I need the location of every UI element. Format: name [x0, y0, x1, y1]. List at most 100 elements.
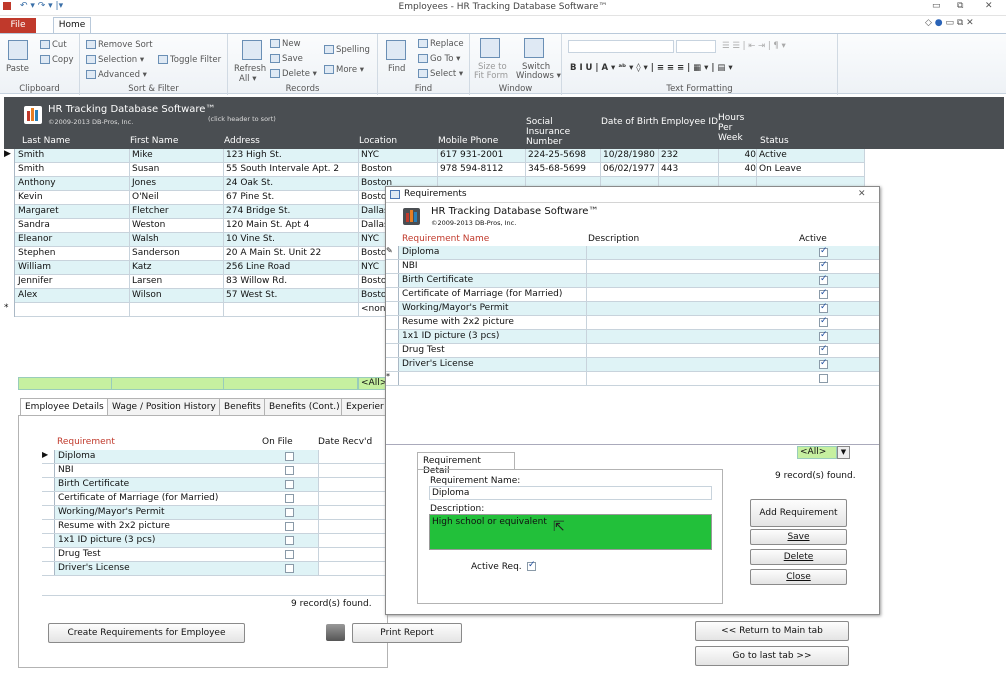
- active-checkbox[interactable]: [819, 374, 828, 384]
- active-checkbox[interactable]: [819, 288, 828, 300]
- active-checkbox[interactable]: [819, 302, 828, 314]
- list-item[interactable]: ✎ Diploma: [386, 246, 879, 260]
- refresh-button[interactable]: Refresh: [234, 64, 266, 74]
- on-file-checkbox[interactable]: [285, 466, 294, 476]
- font-size-dropdown[interactable]: [676, 40, 716, 53]
- list-item[interactable]: 1x1 ID picture (3 pcs): [386, 330, 879, 344]
- tab-employee-details[interactable]: Employee Details: [20, 398, 109, 416]
- table-cell[interactable]: Active: [757, 149, 865, 163]
- on-file-checkbox[interactable]: [285, 480, 294, 490]
- col-first-name[interactable]: First Name: [130, 136, 178, 146]
- row-selector[interactable]: [42, 492, 55, 505]
- table-cell[interactable]: 224-25-5698: [526, 149, 601, 163]
- row-selector[interactable]: [42, 506, 55, 519]
- table-cell[interactable]: Eleanor: [16, 233, 130, 247]
- table-cell[interactable]: 978 594-8112: [438, 163, 526, 177]
- list-item[interactable]: Certificate of Marriage (for Married): [386, 288, 879, 302]
- save-button[interactable]: Save: [750, 529, 847, 545]
- table-cell[interactable]: 10 Vine St.: [224, 233, 359, 247]
- description-cell[interactable]: [586, 372, 796, 385]
- row-selector[interactable]: [42, 464, 55, 477]
- create-requirements-button[interactable]: Create Requirements for Employee: [48, 623, 245, 643]
- date-received-field[interactable]: [318, 534, 387, 547]
- delete-button[interactable]: Delete: [750, 549, 847, 565]
- requirement-name-cell[interactable]: Birth Certificate: [402, 275, 473, 285]
- more-button[interactable]: More ▾: [324, 65, 364, 75]
- description-field[interactable]: High school or equivalent: [429, 514, 712, 550]
- description-cell[interactable]: [586, 246, 796, 259]
- row-selector[interactable]: [386, 358, 399, 371]
- goto-button[interactable]: Go To ▾: [418, 54, 460, 64]
- row-selector[interactable]: [4, 233, 15, 247]
- table-cell[interactable]: Katz: [130, 261, 224, 275]
- col-dob[interactable]: Date of Birth: [601, 117, 659, 127]
- return-main-tab-button[interactable]: << Return to Main tab: [695, 621, 849, 641]
- table-cell[interactable]: 232: [659, 149, 719, 163]
- restore-icon[interactable]: ⧉: [957, 1, 963, 11]
- table-row[interactable]: ▶ Smith Mike 123 High St. NYC 617 931-2001 224…: [4, 149, 865, 163]
- table-cell[interactable]: Anthony: [16, 177, 130, 191]
- description-cell[interactable]: [586, 274, 796, 287]
- table-cell[interactable]: 10/28/1980: [601, 149, 659, 163]
- row-selector[interactable]: [42, 520, 55, 533]
- col-mobile-phone[interactable]: Mobile Phone: [438, 136, 498, 146]
- refresh-all-button[interactable]: All ▾: [239, 74, 257, 84]
- list-item[interactable]: Resume with 2x2 picture: [42, 520, 387, 534]
- active-checkbox[interactable]: [819, 330, 828, 342]
- table-cell[interactable]: 345-68-5699: [526, 163, 601, 177]
- row-selector[interactable]: [42, 478, 55, 491]
- table-cell[interactable]: 83 Willow Rd.: [224, 275, 359, 289]
- row-selector[interactable]: [386, 316, 399, 329]
- requirement-name-cell[interactable]: Resume with 2x2 picture: [402, 317, 514, 327]
- toggle-filter-button[interactable]: Toggle Filter: [158, 55, 221, 65]
- print-report-button[interactable]: Print Report: [352, 623, 462, 643]
- row-selector[interactable]: [4, 275, 15, 289]
- on-file-checkbox[interactable]: [285, 494, 294, 504]
- new-record-button[interactable]: New: [270, 39, 301, 49]
- on-file-checkbox[interactable]: [285, 508, 294, 518]
- requirement-name-cell[interactable]: Diploma: [402, 247, 439, 257]
- spelling-button[interactable]: Spelling: [324, 45, 370, 55]
- minimize-icon[interactable]: ▭: [932, 1, 941, 11]
- tab-benefits[interactable]: Benefits: [219, 398, 266, 416]
- cut-button[interactable]: Cut: [40, 40, 67, 50]
- table-cell[interactable]: NYC: [359, 149, 438, 163]
- date-received-field[interactable]: [318, 520, 387, 533]
- table-cell[interactable]: Sanderson: [130, 247, 224, 261]
- table-cell[interactable]: O'Neil: [130, 191, 224, 205]
- active-checkbox[interactable]: [819, 274, 828, 286]
- table-cell[interactable]: Mike: [130, 149, 224, 163]
- font-name-dropdown[interactable]: [568, 40, 674, 53]
- requirement-name-cell[interactable]: Certificate of Marriage (for Married): [402, 289, 562, 299]
- row-selector[interactable]: [386, 330, 399, 343]
- table-cell[interactable]: 274 Bridge St.: [224, 205, 359, 219]
- row-selector[interactable]: [4, 289, 15, 303]
- on-file-checkbox[interactable]: [285, 550, 294, 560]
- active-checkbox[interactable]: [819, 246, 828, 258]
- active-req-checkbox[interactable]: [527, 560, 536, 572]
- table-cell[interactable]: 120 Main St. Apt 4: [224, 219, 359, 233]
- tab-wage-history[interactable]: Wage / Position History: [107, 398, 221, 416]
- delete-record-button[interactable]: Delete ▾: [270, 69, 317, 79]
- selection-button[interactable]: Selection ▾: [86, 55, 144, 65]
- row-selector[interactable]: [4, 219, 15, 233]
- row-selector[interactable]: *: [386, 372, 399, 385]
- row-selector[interactable]: ▶: [4, 149, 15, 163]
- table-cell[interactable]: 20 A Main St. Unit 22: [224, 247, 359, 261]
- tab-benefits-cont[interactable]: Benefits (Cont.): [264, 398, 345, 416]
- table-cell[interactable]: 256 Line Road: [224, 261, 359, 275]
- description-cell[interactable]: [586, 316, 796, 329]
- requirement-name-cell[interactable]: Driver's License: [402, 359, 474, 369]
- active-checkbox[interactable]: [819, 344, 828, 356]
- row-selector[interactable]: [4, 191, 15, 205]
- replace-button[interactable]: Replace: [418, 39, 464, 49]
- list-item[interactable]: Drug Test: [42, 548, 387, 562]
- table-cell[interactable]: 40: [719, 163, 757, 177]
- table-cell[interactable]: 67 Pine St.: [224, 191, 359, 205]
- table-cell[interactable]: 06/02/1977: [601, 163, 659, 177]
- table-cell[interactable]: William: [16, 261, 130, 275]
- date-received-field[interactable]: [318, 450, 387, 463]
- paste-button[interactable]: Paste: [6, 64, 29, 74]
- close-button[interactable]: Close: [750, 569, 847, 585]
- table-cell[interactable]: Jones: [130, 177, 224, 191]
